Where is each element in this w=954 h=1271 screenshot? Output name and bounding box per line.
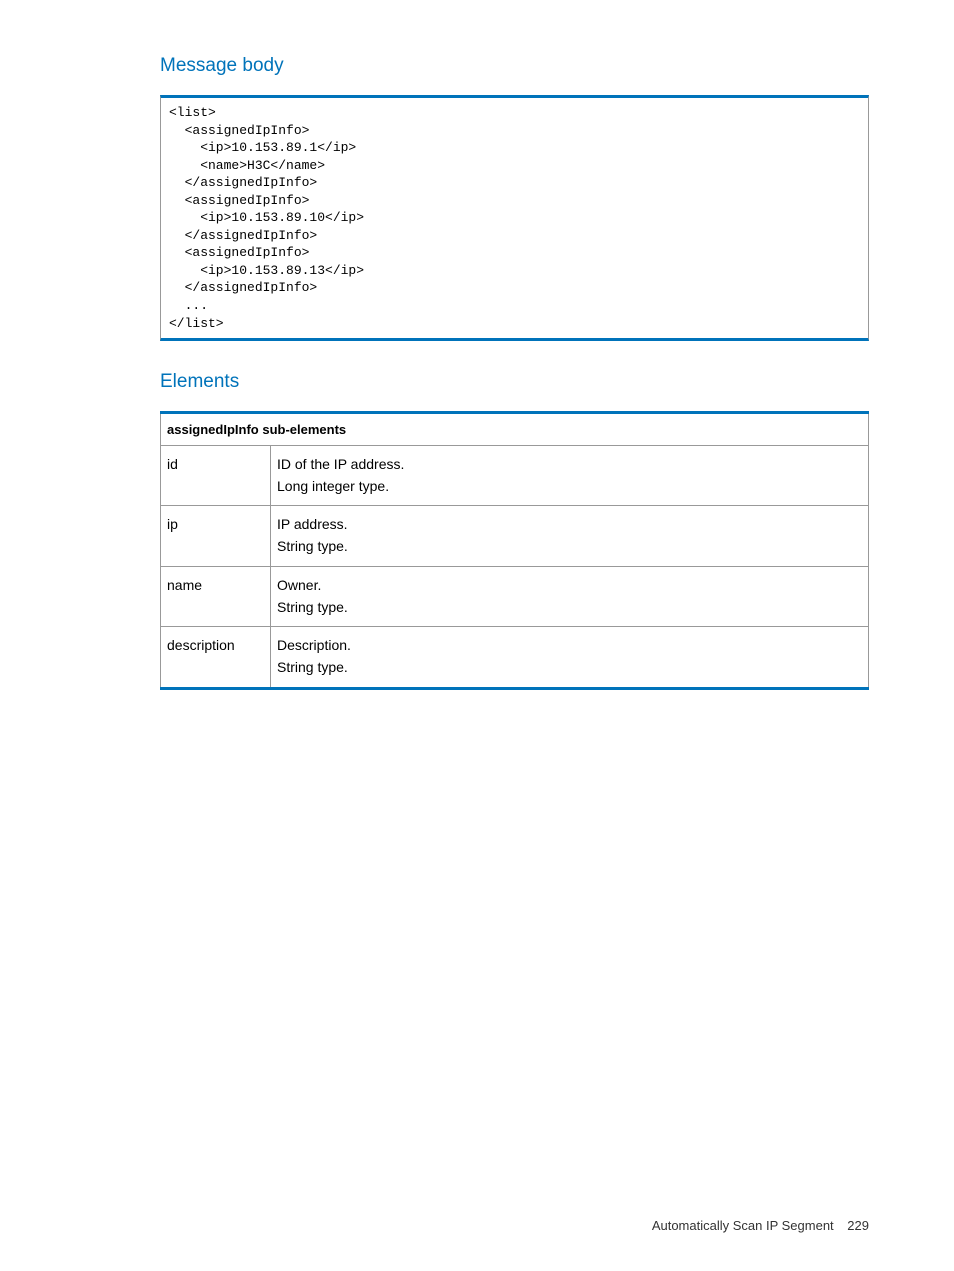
element-name: description (161, 627, 271, 688)
table-header: assignedIpInfo sub-elements (161, 413, 869, 446)
element-name: name (161, 566, 271, 626)
message-body-heading: Message body (160, 55, 869, 77)
element-desc: Description.String type. (271, 627, 869, 688)
table-row: name Owner.String type. (161, 566, 869, 626)
page-number: 229 (847, 1218, 869, 1233)
elements-heading: Elements (160, 371, 869, 393)
table-row: ip IP address.String type. (161, 506, 869, 566)
code-block: <list> <assignedIpInfo> <ip>10.153.89.1<… (160, 95, 869, 341)
code-content: <list> <assignedIpInfo> <ip>10.153.89.1<… (169, 104, 860, 332)
element-name: ip (161, 506, 271, 566)
table-row: description Description.String type. (161, 627, 869, 688)
elements-table: assignedIpInfo sub-elements id ID of the… (160, 411, 869, 690)
table-row: id ID of the IP address.Long integer typ… (161, 446, 869, 506)
element-desc: ID of the IP address.Long integer type. (271, 446, 869, 506)
page-footer: Automatically Scan IP Segment 229 (652, 1218, 869, 1233)
footer-title: Automatically Scan IP Segment (652, 1218, 834, 1233)
element-desc: IP address.String type. (271, 506, 869, 566)
element-desc: Owner.String type. (271, 566, 869, 626)
element-name: id (161, 446, 271, 506)
